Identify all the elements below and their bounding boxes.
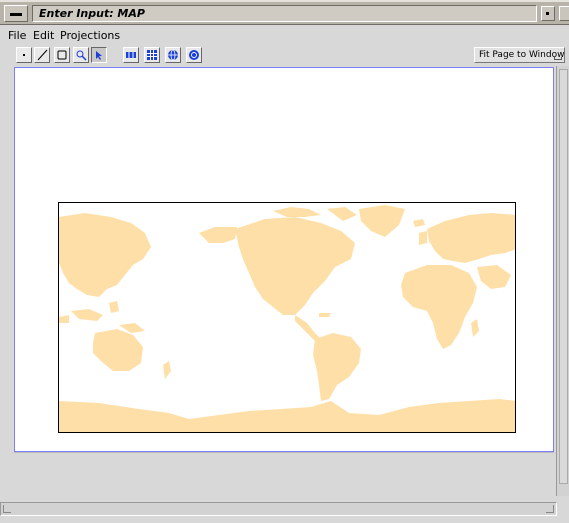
land-north-america	[235, 217, 355, 315]
land-madagascar	[471, 319, 479, 337]
land-alaska	[199, 227, 237, 243]
land-middle-east	[477, 265, 511, 289]
land-new-zealand	[163, 361, 171, 379]
globe-rotate-button[interactable]	[186, 47, 202, 63]
window-title-area: Enter Input: MAP	[32, 5, 537, 22]
horizontal-scrollbar[interactable]	[0, 502, 557, 516]
line-tool-button[interactable]	[34, 47, 50, 63]
land-east-asia	[59, 213, 151, 297]
grid-fine-button[interactable]	[144, 47, 160, 63]
land-africa	[401, 265, 477, 349]
select-tool-button[interactable]	[91, 47, 107, 63]
land-europe	[427, 213, 515, 263]
window-title-bar[interactable]: Enter Input: MAP	[0, 0, 569, 25]
world-map-graphic	[59, 205, 515, 432]
land-central-america	[295, 315, 321, 341]
status-panel	[14, 452, 554, 496]
zoom-pan-tool-icon	[76, 50, 87, 61]
land-indonesia	[59, 301, 119, 323]
fit-page-label: Fit Page to Window	[479, 50, 565, 60]
land-british-isles	[419, 231, 427, 245]
menu-edit[interactable]: Edit	[33, 29, 54, 42]
map-canvas[interactable]	[14, 67, 554, 452]
land-greenland	[359, 205, 405, 237]
window-title: Enter Input: MAP	[39, 7, 145, 20]
fit-page-dropdown[interactable]: Fit Page to Window	[474, 47, 565, 63]
maximize-button[interactable]	[559, 6, 569, 21]
toolbar: Fit Page to Window	[0, 45, 569, 65]
menu-file[interactable]: File	[8, 29, 26, 42]
dropdown-indicator-icon	[554, 57, 562, 60]
minimize-button[interactable]	[541, 6, 555, 21]
zoom-pan-tool-button[interactable]	[73, 47, 89, 63]
vertical-scroll-thumb[interactable]	[559, 69, 568, 484]
rectangle-tool-button[interactable]	[54, 47, 70, 63]
menu-bar: File Edit Projections	[0, 27, 569, 44]
rectangle-tool-icon	[57, 50, 67, 60]
globe-icon	[168, 49, 178, 61]
scroll-left-marker	[3, 505, 11, 513]
horizontal-scrollbar-area	[0, 498, 569, 523]
scroll-right-marker	[546, 505, 554, 513]
grid-coarse-button[interactable]	[123, 47, 139, 63]
globe-rotate-icon	[189, 50, 199, 60]
grid-fine-icon	[147, 50, 157, 60]
globe-button[interactable]	[165, 47, 181, 63]
grid-coarse-icon	[126, 52, 136, 58]
select-tool-icon	[96, 51, 102, 60]
point-tool-icon	[23, 54, 25, 56]
world-map[interactable]	[58, 202, 516, 433]
menu-projections[interactable]: Projections	[60, 29, 120, 42]
land-iceland	[413, 219, 425, 227]
land-antarctica	[59, 399, 515, 432]
window-menu-button[interactable]	[4, 5, 28, 22]
land-australia	[93, 329, 143, 371]
line-tool-icon	[37, 49, 48, 61]
land-south-america	[313, 333, 361, 401]
land-caribbean	[319, 313, 331, 317]
point-tool-button[interactable]	[16, 47, 32, 63]
